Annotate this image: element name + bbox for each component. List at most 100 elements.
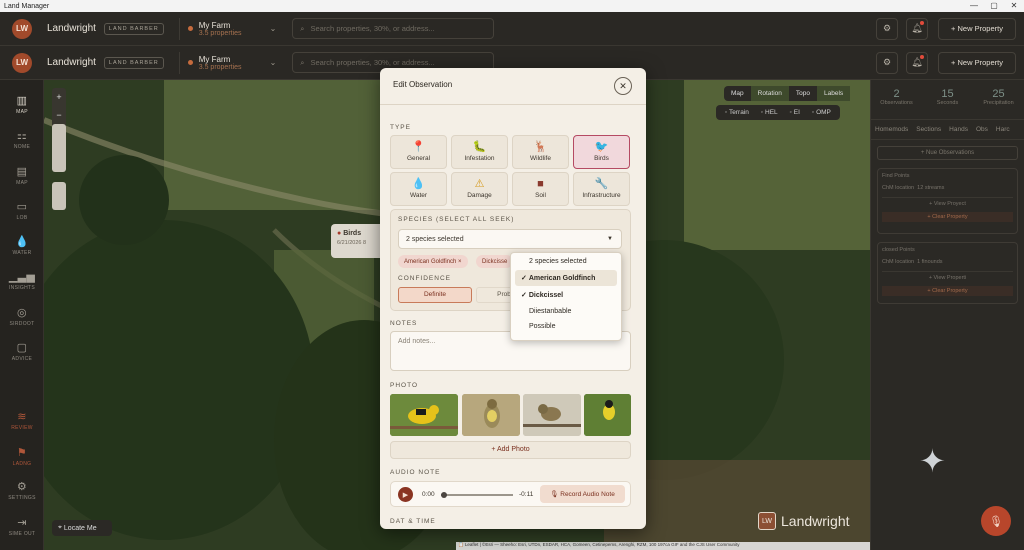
minimize-button[interactable]: —: [964, 0, 984, 12]
measure-tools[interactable]: [52, 182, 66, 210]
layer-ei[interactable]: ◦ EI: [784, 108, 806, 117]
type-wildlife[interactable]: 🦌 Wildlife: [512, 135, 569, 169]
close-modal-button[interactable]: ✕: [614, 77, 632, 95]
type-birds[interactable]: 🐦 Birds: [573, 135, 630, 169]
new-property-button[interactable]: + New Property: [938, 17, 1016, 40]
map-layer-toggles: ◦ Terrain ◦ HEL ◦ EI ◦ OMP: [716, 105, 840, 120]
dropdown-option-american-goldfinch[interactable]: ✓ American Goldfinch: [515, 270, 617, 286]
type-damage[interactable]: ⚠ Damage: [451, 172, 508, 206]
notifications-button[interactable]: 🔔︎: [906, 17, 928, 40]
species-chip-american-goldfinch[interactable]: American Goldfinch ×: [398, 255, 468, 268]
type-label: General: [406, 155, 431, 162]
sidebar-item-map[interactable]: ▥ MAP: [0, 94, 44, 115]
record-audio-button[interactable]: 🎙︎ Record Audio Note: [540, 485, 625, 503]
settings-button[interactable]: ⚙: [876, 51, 898, 74]
card-title: Find Points: [882, 173, 910, 179]
app-logo[interactable]: LW: [12, 18, 32, 39]
draw-tools[interactable]: [52, 124, 66, 172]
app-logo[interactable]: LW: [12, 52, 32, 73]
sidebar-item-sirdoot[interactable]: ◎ SIRDOOT: [0, 306, 44, 327]
type-infrastructure[interactable]: 🔧 Infrastructure: [573, 172, 630, 206]
sidebar-item-insights[interactable]: ▁▃▅ INSIGHTS: [0, 270, 44, 291]
zoom-out-button[interactable]: −: [52, 106, 66, 124]
sidebar-item-nome[interactable]: ⚏ NOME: [0, 129, 44, 150]
sidebar-item-log[interactable]: ▭ LOB: [0, 200, 44, 221]
settings-button[interactable]: ⚙: [876, 17, 898, 40]
clear-property-button[interactable]: + Clear Property: [882, 212, 1013, 222]
confidence-definite[interactable]: Definite: [398, 287, 472, 303]
sidebar-item-water[interactable]: 💧 WATER: [0, 235, 44, 256]
tab-harc[interactable]: Harc: [996, 126, 1010, 133]
chevron-down-icon[interactable]: ⌄: [270, 58, 277, 67]
new-observation-button[interactable]: + Nue Observations: [877, 146, 1018, 160]
dropdown-option-dickcissel[interactable]: ✓ Dickcissel: [511, 286, 621, 304]
tab-obs[interactable]: Obs: [976, 126, 988, 133]
photo-dickcissel-2[interactable]: [523, 394, 581, 436]
new-property-button[interactable]: + New Property: [938, 51, 1016, 74]
audio-scrubber[interactable]: [441, 492, 447, 498]
sidebar-item-review[interactable]: ≋ REVIEW: [0, 410, 44, 431]
layer-omp[interactable]: ◦ OMP: [806, 108, 837, 117]
sidebar-item-sign-out[interactable]: ⇥ SIME OUT: [0, 516, 44, 537]
tab-homemods[interactable]: Homemods: [875, 126, 908, 133]
tab-map[interactable]: Map: [724, 86, 751, 101]
stat-value: 15: [941, 88, 954, 100]
zoom-in-button[interactable]: +: [52, 88, 66, 106]
locate-me-button[interactable]: ⌖ Locate Me: [52, 520, 112, 536]
sidebar-item-settings[interactable]: ⚙ SETTINGS: [0, 480, 44, 501]
farm-selector[interactable]: My Farm 3.5 properties: [178, 17, 242, 40]
card-row-label: ChM location: [882, 185, 915, 191]
view-property-button[interactable]: + View Properti: [882, 271, 1013, 281]
type-soil[interactable]: ■ Soil: [512, 172, 569, 206]
stat-label: Precipitation: [983, 100, 1014, 106]
sidebar-item-label: ADVICE: [11, 356, 33, 362]
layer-terrain[interactable]: ◦ Terrain: [719, 108, 755, 117]
type-general[interactable]: 📍 General: [390, 135, 447, 169]
deer-icon: 🦌: [533, 141, 548, 153]
tab-topo[interactable]: Topo: [789, 86, 817, 101]
dropdown-option-diiestanbable[interactable]: Diiestanbable: [511, 304, 621, 319]
photo-goldfinch-2[interactable]: [584, 394, 631, 436]
layer-hel[interactable]: ◦ HEL: [755, 108, 784, 117]
close-window-button[interactable]: ✕: [1004, 0, 1024, 12]
species-select[interactable]: 2 species selected ▼: [398, 229, 622, 249]
audio-progress-track[interactable]: [441, 492, 513, 498]
photo-dickcissel-1[interactable]: [462, 394, 520, 436]
map-marker-popup[interactable]: ● Birds 6/21/2026 8: [331, 224, 387, 258]
marker-date: 6/21/2026 8: [337, 240, 367, 246]
option-label: Dickcissel: [528, 292, 564, 299]
type-infestation[interactable]: 🐛 Infestation: [451, 135, 508, 169]
farm-name: My Farm: [198, 54, 231, 64]
tab-sections[interactable]: Sections: [916, 126, 941, 133]
sidebar-item-map-2[interactable]: ▤ MAP: [0, 165, 44, 186]
sidebar-item-advice[interactable]: ▢ ADVICE: [0, 341, 44, 362]
chevron-down-icon[interactable]: ⌄: [270, 24, 277, 33]
log-icon: ▭: [16, 201, 28, 213]
play-button[interactable]: ▶: [398, 487, 413, 502]
photo-goldfinch-1[interactable]: [390, 394, 458, 436]
dropdown-option-possible[interactable]: Possible: [511, 319, 621, 334]
farm-selector[interactable]: My Farm 3.5 properties: [178, 51, 242, 74]
type-water[interactable]: 💧 Water: [390, 172, 447, 206]
tab-hands[interactable]: Hands: [949, 126, 968, 133]
stats-row: 2 Observations 15 Seconds 25 Precipitation: [871, 80, 1024, 120]
sidebar-item-ladng[interactable]: ⚑ LADNG: [0, 446, 44, 467]
sign-out-icon: ⇥: [17, 517, 27, 529]
farm-name: My Farm: [198, 20, 231, 30]
add-photo-button[interactable]: + Add Photo: [390, 441, 631, 459]
view-property-button[interactable]: + View Proyect: [882, 197, 1013, 207]
notifications-button[interactable]: 🔔︎: [906, 51, 928, 74]
option-label: American Goldfinch: [528, 275, 596, 282]
species-chip-dickcissel[interactable]: Dickcisse: [476, 255, 514, 268]
maximize-button[interactable]: ▢: [984, 0, 1004, 12]
layer-label: OMP: [816, 109, 831, 116]
play-icon: ▶: [402, 491, 409, 499]
clear-property-button[interactable]: + Clear Property: [882, 286, 1013, 296]
window-controls: — ▢ ✕: [964, 0, 1024, 12]
tab-labels[interactable]: Labels: [816, 86, 851, 101]
search-input[interactable]: ⌕ Search properties, 30%, or address...: [292, 18, 495, 39]
new-property-label: New Property: [957, 24, 1003, 33]
water-drop-icon: 💧: [411, 178, 426, 190]
tab-rotation[interactable]: Rotation: [750, 86, 789, 101]
mic-fab-button[interactable]: 🎙︎: [981, 506, 1011, 536]
